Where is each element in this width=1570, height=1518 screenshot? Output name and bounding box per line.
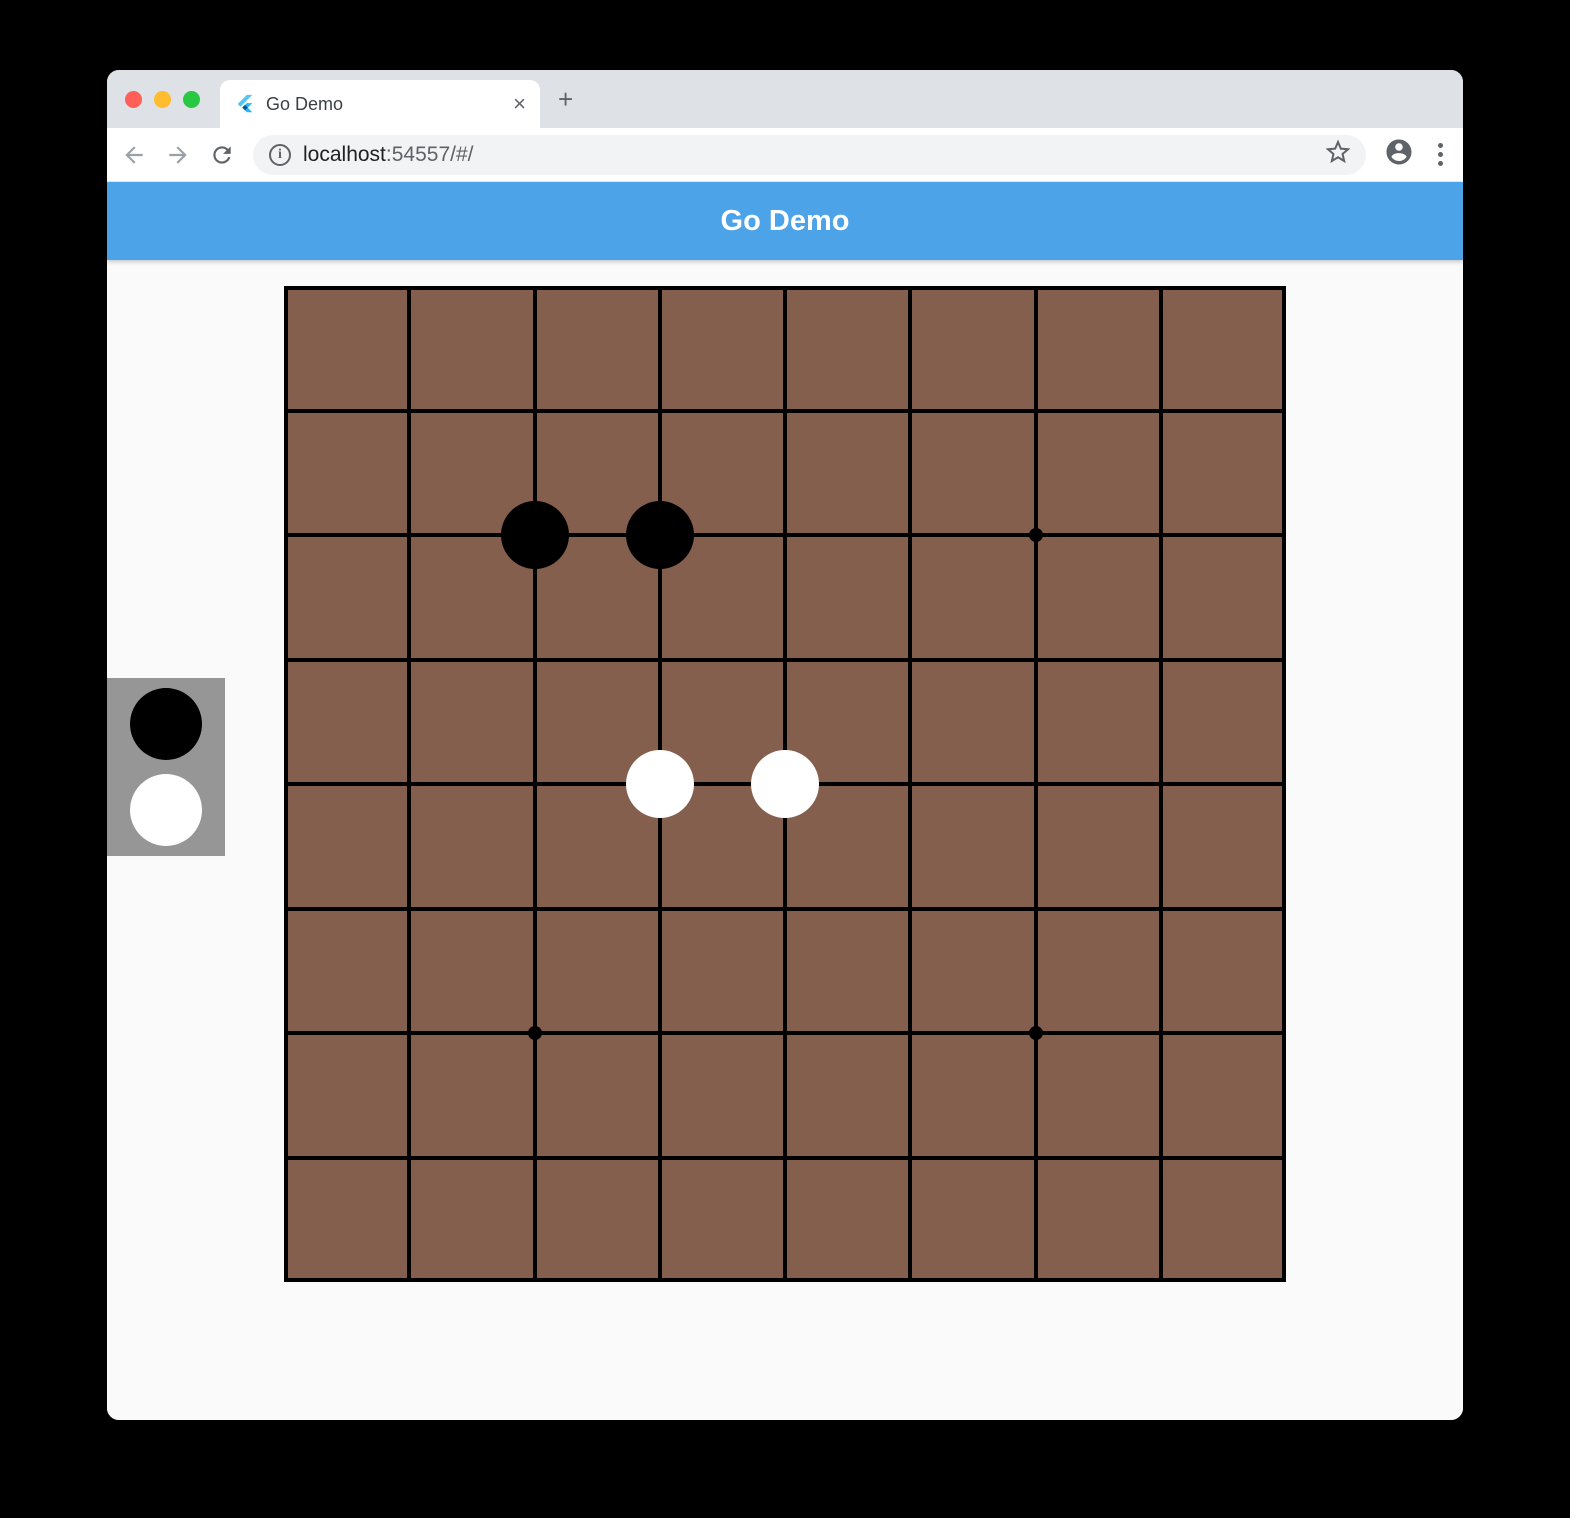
menu-icon[interactable] (1432, 143, 1449, 166)
browser-window: Go Demo × + i localhost:54557/#/ (107, 70, 1463, 1420)
white-stone[interactable] (626, 750, 694, 818)
star-point (528, 1026, 542, 1040)
bookmark-icon[interactable] (1326, 140, 1350, 169)
browser-tab[interactable]: Go Demo × (220, 80, 540, 128)
grid-line-vertical (407, 286, 411, 1282)
site-info-icon[interactable]: i (269, 144, 291, 166)
browser-toolbar: i localhost:54557/#/ (107, 128, 1463, 182)
flutter-icon (234, 93, 256, 115)
app-body (107, 260, 1463, 1420)
palette-white-stone[interactable] (130, 774, 202, 846)
grid-line-vertical (1159, 286, 1163, 1282)
forward-button[interactable] (165, 142, 191, 168)
close-window-button[interactable] (125, 91, 142, 108)
palette-black-stone[interactable] (130, 688, 202, 760)
app-content: Go Demo (107, 182, 1463, 1420)
stone-palette (107, 678, 225, 856)
star-point (1029, 528, 1043, 542)
black-stone[interactable] (501, 501, 569, 569)
new-tab-button[interactable]: + (558, 84, 573, 115)
star-point (1029, 1026, 1043, 1040)
close-tab-icon[interactable]: × (513, 91, 526, 117)
reload-button[interactable] (209, 142, 235, 168)
maximize-window-button[interactable] (183, 91, 200, 108)
minimize-window-button[interactable] (154, 91, 171, 108)
profile-icon[interactable] (1384, 137, 1414, 172)
grid-line-vertical (284, 286, 288, 1282)
browser-titlebar: Go Demo × + (107, 70, 1463, 128)
grid-line-vertical (533, 286, 537, 1282)
go-board[interactable] (284, 286, 1286, 1282)
white-stone[interactable] (751, 750, 819, 818)
grid-line-vertical (1034, 286, 1038, 1282)
window-controls (125, 91, 200, 108)
tab-title: Go Demo (266, 94, 503, 115)
grid-line-vertical (908, 286, 912, 1282)
back-button[interactable] (121, 142, 147, 168)
app-bar: Go Demo (107, 182, 1463, 260)
grid-line-vertical (1282, 286, 1286, 1282)
app-title: Go Demo (721, 205, 850, 238)
address-bar[interactable]: i localhost:54557/#/ (253, 135, 1366, 175)
url-text: localhost:54557/#/ (303, 143, 473, 167)
black-stone[interactable] (626, 501, 694, 569)
